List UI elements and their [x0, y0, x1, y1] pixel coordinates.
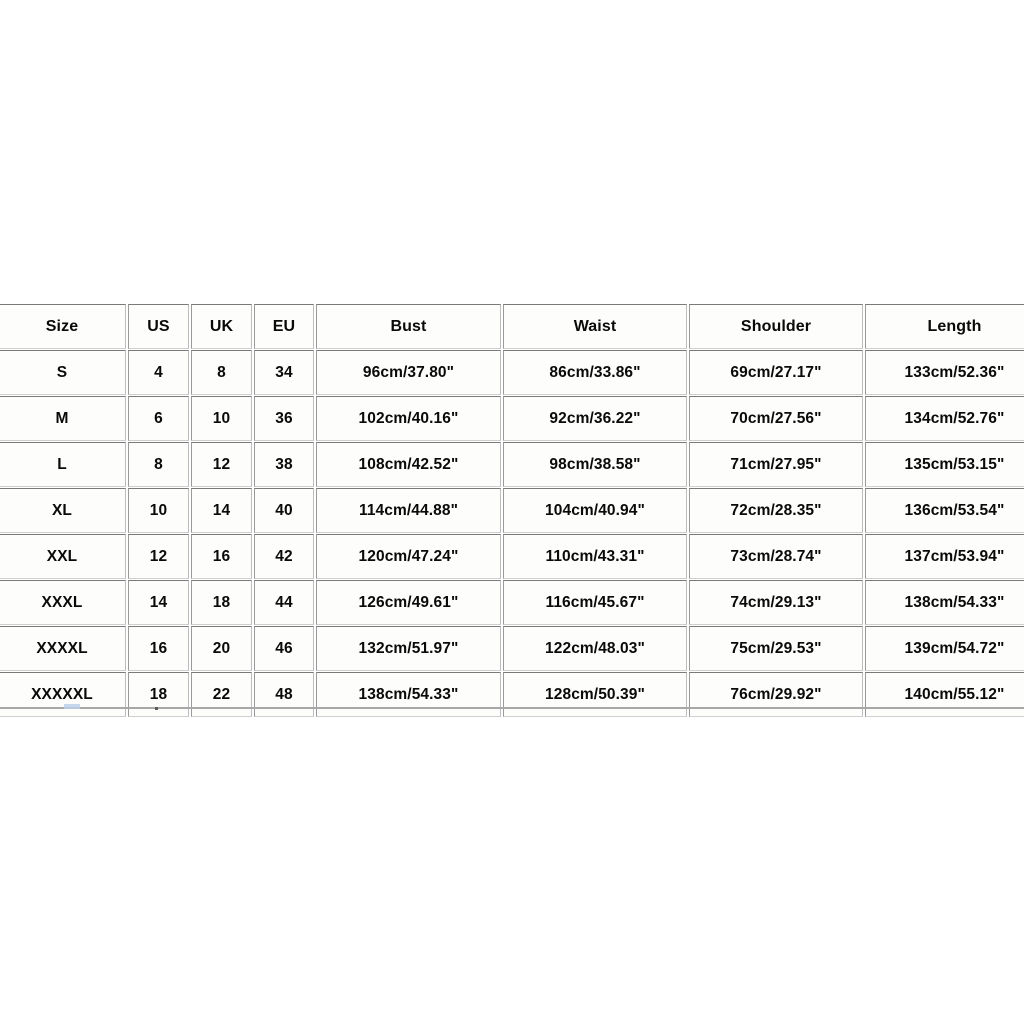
cell-length: 136cm/53.54": [865, 488, 1024, 533]
cell-bust: 120cm/47.24": [316, 534, 501, 579]
cell-waist: 92cm/36.22": [503, 396, 687, 441]
cell-size: XXL: [0, 534, 126, 579]
size-chart-header: Size US UK EU Bust Waist Shoulder Length: [0, 304, 1024, 349]
cell-waist: 116cm/45.67": [503, 580, 687, 625]
cell-eu: 34: [254, 350, 314, 395]
cell-bust: 102cm/40.16": [316, 396, 501, 441]
cell-shoulder: 71cm/27.95": [689, 442, 863, 487]
column-header-waist: Waist: [503, 304, 687, 349]
cell-bust: 108cm/42.52": [316, 442, 501, 487]
cell-us: 10: [128, 488, 189, 533]
cell-uk: 16: [191, 534, 252, 579]
cell-bust: 96cm/37.80": [316, 350, 501, 395]
cell-waist: 86cm/33.86": [503, 350, 687, 395]
table-row: L 8 12 38 108cm/42.52" 98cm/38.58" 71cm/…: [0, 442, 1024, 487]
cell-us: 6: [128, 396, 189, 441]
cell-uk: 20: [191, 626, 252, 671]
cell-us: 4: [128, 350, 189, 395]
cell-eu: 40: [254, 488, 314, 533]
cell-eu: 48: [254, 672, 314, 717]
cell-bust: 114cm/44.88": [316, 488, 501, 533]
cell-us: 12: [128, 534, 189, 579]
header-row: Size US UK EU Bust Waist Shoulder Length: [0, 304, 1024, 349]
column-header-size: Size: [0, 304, 126, 349]
cell-length: 137cm/53.94": [865, 534, 1024, 579]
table-row: XXXL 14 18 44 126cm/49.61" 116cm/45.67" …: [0, 580, 1024, 625]
column-header-us: US: [128, 304, 189, 349]
cell-length: 134cm/52.76": [865, 396, 1024, 441]
cell-waist: 110cm/43.31": [503, 534, 687, 579]
cell-uk: 10: [191, 396, 252, 441]
cell-eu: 36: [254, 396, 314, 441]
cell-uk: 22: [191, 672, 252, 717]
cell-waist: 98cm/38.58": [503, 442, 687, 487]
table-row: XXXXXL 18 22 48 138cm/54.33" 128cm/50.39…: [0, 672, 1024, 717]
size-chart-container: Size US UK EU Bust Waist Shoulder Length…: [0, 303, 1024, 718]
table-row: M 6 10 36 102cm/40.16" 92cm/36.22" 70cm/…: [0, 396, 1024, 441]
table-row: XXL 12 16 42 120cm/47.24" 110cm/43.31" 7…: [0, 534, 1024, 579]
cell-bust: 132cm/51.97": [316, 626, 501, 671]
cell-bust: 126cm/49.61": [316, 580, 501, 625]
column-header-uk: UK: [191, 304, 252, 349]
cell-length: 140cm/55.12": [865, 672, 1024, 717]
table-row: S 4 8 34 96cm/37.80" 86cm/33.86" 69cm/27…: [0, 350, 1024, 395]
cell-uk: 14: [191, 488, 252, 533]
cell-eu: 44: [254, 580, 314, 625]
column-header-length: Length: [865, 304, 1024, 349]
cell-shoulder: 69cm/27.17": [689, 350, 863, 395]
column-header-eu: EU: [254, 304, 314, 349]
cell-bust: 138cm/54.33": [316, 672, 501, 717]
size-chart-page: Size US UK EU Bust Waist Shoulder Length…: [0, 0, 1024, 1024]
cell-size: XL: [0, 488, 126, 533]
cell-length: 139cm/54.72": [865, 626, 1024, 671]
column-header-shoulder: Shoulder: [689, 304, 863, 349]
cell-waist: 122cm/48.03": [503, 626, 687, 671]
cell-uk: 8: [191, 350, 252, 395]
cell-shoulder: 76cm/29.92": [689, 672, 863, 717]
cell-eu: 42: [254, 534, 314, 579]
table-bottom-rule: [0, 707, 1024, 709]
size-chart-body: S 4 8 34 96cm/37.80" 86cm/33.86" 69cm/27…: [0, 350, 1024, 717]
cell-shoulder: 70cm/27.56": [689, 396, 863, 441]
cell-waist: 104cm/40.94": [503, 488, 687, 533]
cell-us: 14: [128, 580, 189, 625]
cell-length: 135cm/53.15": [865, 442, 1024, 487]
cell-uk: 18: [191, 580, 252, 625]
table-row: XXXXL 16 20 46 132cm/51.97" 122cm/48.03"…: [0, 626, 1024, 671]
column-header-bust: Bust: [316, 304, 501, 349]
cell-shoulder: 73cm/28.74": [689, 534, 863, 579]
cell-size: M: [0, 396, 126, 441]
cell-size: L: [0, 442, 126, 487]
cell-eu: 46: [254, 626, 314, 671]
cell-uk: 12: [191, 442, 252, 487]
cell-shoulder: 72cm/28.35": [689, 488, 863, 533]
size-chart-table: Size US UK EU Bust Waist Shoulder Length…: [0, 303, 1024, 718]
cell-size: XXXL: [0, 580, 126, 625]
cell-waist: 128cm/50.39": [503, 672, 687, 717]
cell-length: 138cm/54.33": [865, 580, 1024, 625]
cell-us: 16: [128, 626, 189, 671]
table-row: XL 10 14 40 114cm/44.88" 104cm/40.94" 72…: [0, 488, 1024, 533]
cell-length: 133cm/52.36": [865, 350, 1024, 395]
cell-size: XXXXXL: [0, 672, 126, 717]
cell-size: XXXXL: [0, 626, 126, 671]
cell-shoulder: 75cm/29.53": [689, 626, 863, 671]
cell-us: 8: [128, 442, 189, 487]
cell-shoulder: 74cm/29.13": [689, 580, 863, 625]
cell-us: 18: [128, 672, 189, 717]
cell-size: S: [0, 350, 126, 395]
cell-eu: 38: [254, 442, 314, 487]
